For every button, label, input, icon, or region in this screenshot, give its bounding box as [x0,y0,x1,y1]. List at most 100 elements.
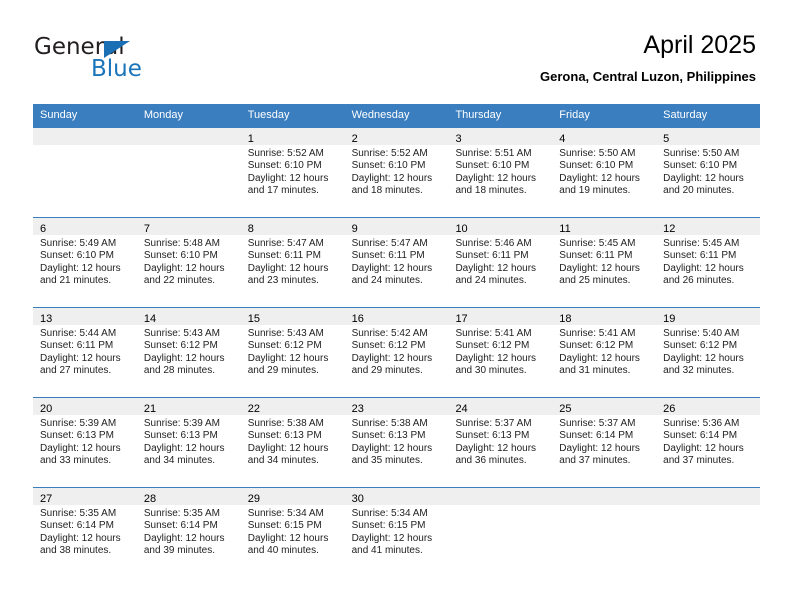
sunset-text: Sunset: 6:15 PM [247,520,322,532]
daylight-text-line2: and 33 minutes. [40,454,112,466]
day-cell[interactable] [136,128,241,217]
day-number: 1 [247,133,254,145]
day-cell[interactable]: 21 Sunrise: 5:39 AM Sunset: 6:13 PM Dayl… [136,398,241,487]
day-cell[interactable] [656,488,761,577]
day-cell[interactable]: 9 Sunrise: 5:47 AM Sunset: 6:11 PM Dayli… [344,218,449,307]
day-info: Sunrise: 5:47 AM Sunset: 6:11 PM Dayligh… [345,235,449,287]
sunset-text: Sunset: 6:10 PM [143,250,218,262]
sunset-text: Sunset: 6:10 PM [455,160,530,172]
day-cell[interactable]: 5 Sunrise: 5:50 AM Sunset: 6:10 PM Dayli… [656,128,761,217]
sunrise-text: Sunrise: 5:52 AM [247,148,324,159]
day-cell[interactable]: 17 Sunrise: 5:41 AM Sunset: 6:12 PM Dayl… [448,308,553,397]
day-cell[interactable]: 13 Sunrise: 5:44 AM Sunset: 6:11 PM Dayl… [33,308,137,397]
day-cell[interactable]: 2 Sunrise: 5:52 AM Sunset: 6:10 PM Dayli… [344,128,449,217]
day-cell[interactable] [448,488,553,577]
day-number: 4 [559,133,566,145]
day-cell[interactable]: 7 Sunrise: 5:48 AM Sunset: 6:10 PM Dayli… [136,218,241,307]
day-number-band: 16 [344,308,449,325]
sunset-text: Sunset: 6:15 PM [351,520,426,532]
daylight-text-line1: Daylight: 12 hours [143,352,225,364]
sunrise-text: Sunrise: 5:51 AM [455,148,532,159]
day-cell[interactable]: 27 Sunrise: 5:35 AM Sunset: 6:14 PM Dayl… [33,488,137,577]
weekday-saturday: Saturday [663,109,708,121]
sunrise-text: Sunrise: 5:39 AM [143,418,221,429]
day-number: 24 [455,403,468,415]
day-cell[interactable]: 29 Sunrise: 5:34 AM Sunset: 6:15 PM Dayl… [240,488,345,577]
day-cell[interactable]: 11 Sunrise: 5:45 AM Sunset: 6:11 PM Dayl… [552,218,657,307]
sunrise-text: Sunrise: 5:41 AM [455,328,532,339]
day-info: Sunrise: 5:38 AM Sunset: 6:13 PM Dayligh… [241,415,345,467]
day-cell[interactable]: 14 Sunrise: 5:43 AM Sunset: 6:12 PM Dayl… [136,308,241,397]
day-cell[interactable]: 24 Sunrise: 5:37 AM Sunset: 6:13 PM Dayl… [448,398,553,487]
sunrise-text: Sunrise: 5:38 AM [247,418,324,429]
day-cell[interactable]: 8 Sunrise: 5:47 AM Sunset: 6:11 PM Dayli… [240,218,345,307]
day-info: Sunrise: 5:45 AM Sunset: 6:11 PM Dayligh… [552,235,656,287]
day-info: Sunrise: 5:43 AM Sunset: 6:12 PM Dayligh… [137,325,241,377]
sunrise-text: Sunrise: 5:37 AM [455,418,532,429]
day-info: Sunrise: 5:36 AM Sunset: 6:14 PM Dayligh… [656,415,760,467]
daylight-text-line1: Daylight: 12 hours [247,262,329,274]
sunset-text: Sunset: 6:11 PM [351,250,425,262]
sunset-text: Sunset: 6:12 PM [559,340,634,352]
sunrise-text: Sunrise: 5:39 AM [40,418,117,429]
day-info [137,145,241,148]
day-number: 8 [247,223,254,235]
sunrise-text: Sunrise: 5:37 AM [559,418,636,429]
day-number-band: 22 [240,398,345,415]
day-number-band: 23 [344,398,449,415]
day-cell[interactable]: 26 Sunrise: 5:36 AM Sunset: 6:14 PM Dayl… [656,398,761,487]
day-cell[interactable]: 23 Sunrise: 5:38 AM Sunset: 6:13 PM Dayl… [344,398,449,487]
day-cell[interactable]: 12 Sunrise: 5:45 AM Sunset: 6:11 PM Dayl… [656,218,761,307]
day-cell[interactable]: 25 Sunrise: 5:37 AM Sunset: 6:14 PM Dayl… [552,398,657,487]
day-cell[interactable]: 20 Sunrise: 5:39 AM Sunset: 6:13 PM Dayl… [33,398,137,487]
day-cell[interactable]: 28 Sunrise: 5:35 AM Sunset: 6:14 PM Dayl… [136,488,241,577]
daylight-text-line2: and 35 minutes. [351,454,423,466]
sunrise-text: Sunrise: 5:44 AM [40,328,117,339]
sunrise-text: Sunrise: 5:36 AM [663,418,740,429]
day-number: 29 [247,493,260,505]
day-cell[interactable]: 1 Sunrise: 5:52 AM Sunset: 6:10 PM Dayli… [240,128,345,217]
day-cell[interactable]: 22 Sunrise: 5:38 AM Sunset: 6:13 PM Dayl… [240,398,345,487]
day-number-band: 11 [552,218,657,235]
day-cell[interactable]: 16 Sunrise: 5:42 AM Sunset: 6:12 PM Dayl… [344,308,449,397]
daylight-text-line1: Daylight: 12 hours [559,352,640,364]
sunrise-text: Sunrise: 5:43 AM [143,328,221,339]
day-cell[interactable]: 19 Sunrise: 5:40 AM Sunset: 6:12 PM Dayl… [656,308,761,397]
weekday-wednesday: Wednesday [351,109,410,121]
day-info: Sunrise: 5:50 AM Sunset: 6:10 PM Dayligh… [656,145,760,197]
day-info: Sunrise: 5:39 AM Sunset: 6:13 PM Dayligh… [33,415,137,467]
daylight-text-line2: and 40 minutes. [247,544,319,556]
day-number: 25 [559,403,572,415]
week-row: 20 Sunrise: 5:39 AM Sunset: 6:13 PM Dayl… [33,397,761,487]
day-number-band: 13 [33,308,137,325]
sunset-text: Sunset: 6:10 PM [351,160,426,172]
day-info: Sunrise: 5:38 AM Sunset: 6:13 PM Dayligh… [345,415,449,467]
generalblue-logo[interactable]: General Blue [34,34,234,86]
day-cell[interactable]: 3 Sunrise: 5:51 AM Sunset: 6:10 PM Dayli… [448,128,553,217]
day-cell[interactable] [552,488,657,577]
daylight-text-line1: Daylight: 12 hours [40,352,121,364]
day-info: Sunrise: 5:39 AM Sunset: 6:13 PM Dayligh… [137,415,241,467]
day-info: Sunrise: 5:51 AM Sunset: 6:10 PM Dayligh… [448,145,552,197]
daylight-text-line2: and 38 minutes. [40,544,112,556]
day-info: Sunrise: 5:52 AM Sunset: 6:10 PM Dayligh… [345,145,449,197]
daylight-text-line2: and 41 minutes. [351,544,423,556]
daylight-text-line2: and 26 minutes. [663,274,735,286]
day-cell[interactable]: 10 Sunrise: 5:46 AM Sunset: 6:11 PM Dayl… [448,218,553,307]
day-number-band: 12 [656,218,761,235]
day-cell[interactable]: 4 Sunrise: 5:50 AM Sunset: 6:10 PM Dayli… [552,128,657,217]
sunset-text: Sunset: 6:14 PM [40,520,114,532]
day-cell[interactable] [33,128,137,217]
weekday-sunday: Sunday [40,109,78,121]
day-number: 16 [351,313,364,325]
daylight-text-line2: and 31 minutes. [559,364,631,376]
day-cell[interactable]: 30 Sunrise: 5:34 AM Sunset: 6:15 PM Dayl… [344,488,449,577]
day-info: Sunrise: 5:43 AM Sunset: 6:12 PM Dayligh… [241,325,345,377]
day-info: Sunrise: 5:48 AM Sunset: 6:10 PM Dayligh… [137,235,241,287]
day-cell[interactable]: 15 Sunrise: 5:43 AM Sunset: 6:12 PM Dayl… [240,308,345,397]
day-cell[interactable]: 6 Sunrise: 5:49 AM Sunset: 6:10 PM Dayli… [33,218,137,307]
week-row: 6 Sunrise: 5:49 AM Sunset: 6:10 PM Dayli… [33,217,761,307]
day-number: 27 [40,493,53,505]
day-cell[interactable]: 18 Sunrise: 5:41 AM Sunset: 6:12 PM Dayl… [552,308,657,397]
day-number-band: 17 [448,308,553,325]
